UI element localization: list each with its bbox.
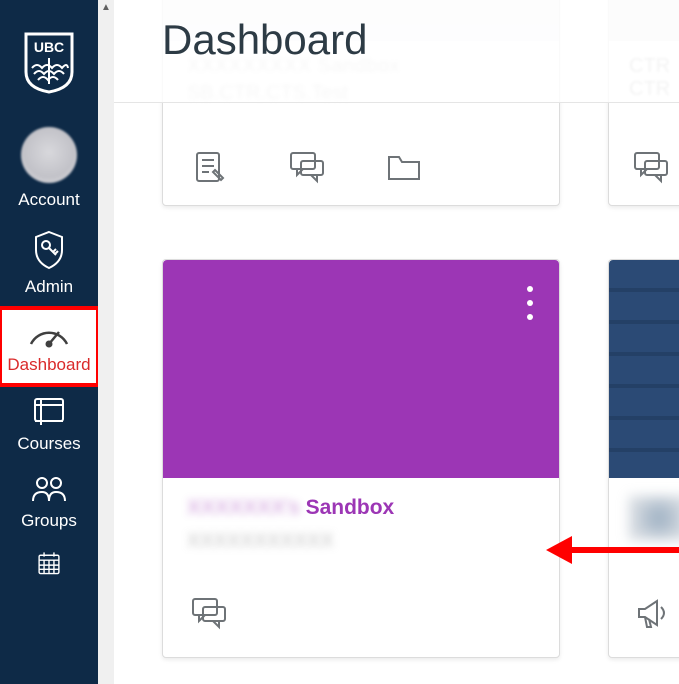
gauge-icon: [27, 318, 71, 348]
more-options-icon[interactable]: [527, 286, 533, 320]
book-icon: [31, 395, 67, 427]
scrollbar-arrow-up-icon[interactable]: ▲: [98, 0, 114, 14]
discussions-icon[interactable]: [287, 149, 327, 190]
global-nav-sidebar: UBC Account Admin Dashboard: [0, 0, 98, 684]
course-card-2-title[interactable]: XXXXXXX's Sandbox: [187, 496, 535, 520]
discussions-icon[interactable]: [631, 149, 671, 190]
discussions-icon[interactable]: [189, 595, 229, 636]
course-card-2-subtitle: XXXXXXXXXXX: [187, 530, 535, 553]
main-content: XXXXXXXXX Sandbox SB.CTR.CTS.Test CTR CT…: [114, 0, 679, 684]
course-card-2-image: [163, 260, 559, 478]
assignments-icon[interactable]: [191, 148, 229, 191]
svg-text:UBC: UBC: [34, 39, 64, 55]
nav-label-groups: Groups: [21, 510, 77, 531]
avatar: [21, 127, 77, 183]
nav-item-dashboard[interactable]: Dashboard: [0, 308, 98, 385]
scrollbar[interactable]: ▲: [98, 0, 114, 684]
nav-label-dashboard: Dashboard: [7, 354, 90, 375]
nav-item-calendar[interactable]: [0, 541, 98, 575]
nav-item-groups[interactable]: Groups: [0, 464, 98, 541]
calendar-icon: [31, 551, 67, 575]
nav-label-account: Account: [18, 189, 79, 210]
announcements-icon[interactable]: [631, 595, 671, 636]
course-card-peek-2[interactable]: [608, 259, 679, 658]
nav-label-courses: Courses: [17, 433, 80, 454]
ubc-logo[interactable]: UBC: [24, 4, 74, 117]
people-icon: [29, 474, 69, 504]
annotation-arrow: [544, 530, 679, 575]
nav-item-courses[interactable]: Courses: [0, 385, 98, 464]
nav-item-account[interactable]: Account: [0, 117, 98, 220]
nav-label-admin: Admin: [25, 276, 73, 297]
course-card-peek-2-image: [609, 260, 679, 478]
nav-item-admin[interactable]: Admin: [0, 220, 98, 307]
shield-key-icon: [32, 230, 66, 270]
files-icon[interactable]: [385, 151, 423, 188]
course-card-2[interactable]: XXXXXXX's Sandbox XXXXXXXXXXX: [162, 259, 560, 658]
page-header: Dashboard: [114, 0, 679, 103]
page-title: Dashboard: [162, 16, 367, 64]
